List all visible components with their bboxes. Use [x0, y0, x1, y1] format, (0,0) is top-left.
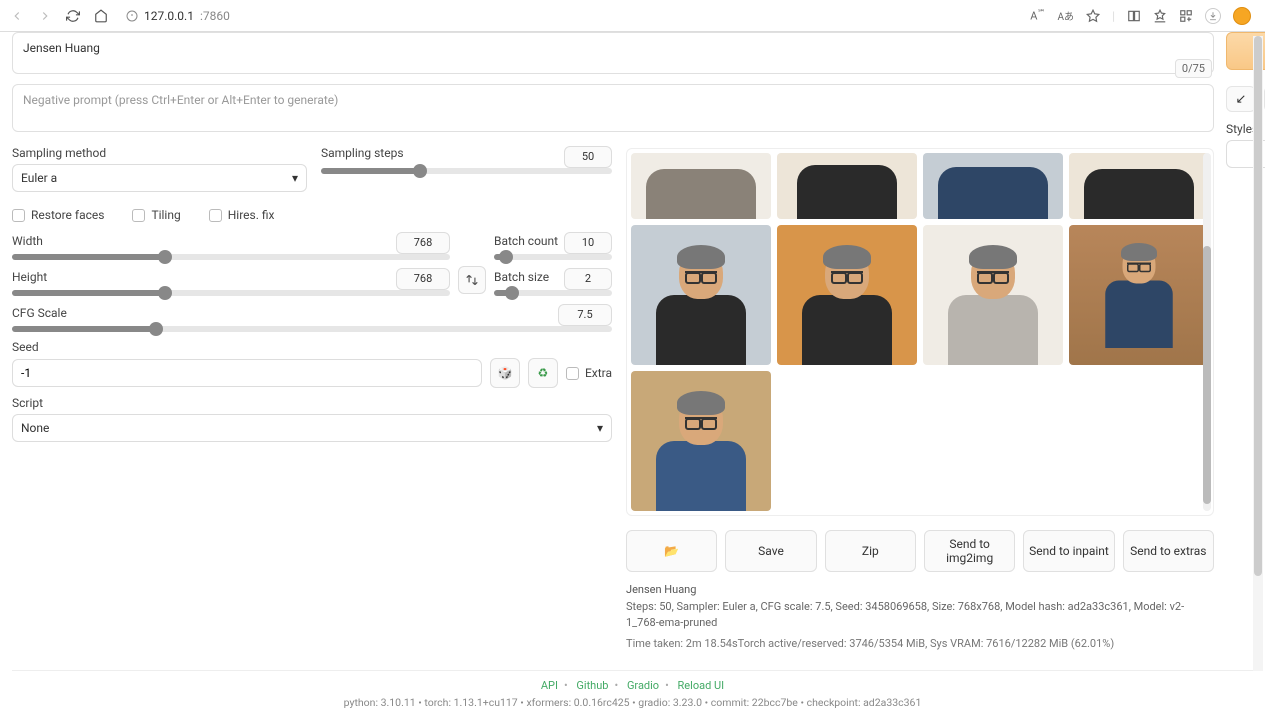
read-aloud-icon[interactable]: Aあ: [1058, 8, 1075, 23]
tiling-checkbox[interactable]: Tiling: [132, 208, 180, 222]
favorites-bar-icon[interactable]: [1153, 9, 1167, 23]
arrow-tool-button[interactable]: ↙: [1226, 86, 1256, 112]
batch-size-slider[interactable]: [494, 290, 612, 296]
prompt-input[interactable]: Jensen Huang: [12, 32, 1214, 74]
width-slider[interactable]: [12, 254, 450, 260]
batch-size-label: Batch size: [494, 270, 549, 284]
random-seed-button[interactable]: 🎲: [490, 358, 520, 388]
footer-reload-link[interactable]: Reload UI: [678, 679, 725, 692]
address-bar[interactable]: 127.0.0.1 :7860: [120, 9, 1020, 23]
page-scrollbar[interactable]: [1253, 36, 1263, 671]
info-prompt: Jensen Huang: [626, 582, 1214, 599]
chevron-down-icon: ▾: [292, 171, 298, 185]
negative-prompt-input[interactable]: Negative prompt (press Ctrl+Enter or Alt…: [12, 84, 1214, 132]
script-value: None: [21, 421, 49, 435]
back-button[interactable]: [8, 7, 26, 25]
gallery-thumb[interactable]: [631, 225, 771, 365]
height-label: Height: [12, 270, 47, 284]
generation-info: Jensen Huang Steps: 50, Sampler: Euler a…: [626, 582, 1214, 652]
url-host: 127.0.0.1: [144, 9, 194, 23]
seed-input[interactable]: [12, 359, 482, 387]
prompt-text: Jensen Huang: [23, 41, 100, 55]
gallery-thumb[interactable]: [631, 153, 771, 219]
downloads-icon[interactable]: [1205, 8, 1221, 24]
sampling-method-value: Euler a: [21, 171, 57, 185]
token-counter: 0/75: [1175, 59, 1212, 78]
info-timing: Time taken: 2m 18.54sTorch active/reserv…: [626, 636, 1214, 653]
footer-versions: python: 3.10.11 • torch: 1.13.1+cu117 • …: [12, 696, 1253, 709]
refresh-button[interactable]: [64, 7, 82, 25]
swap-dimensions-button[interactable]: [458, 266, 486, 294]
cfg-slider[interactable]: [12, 326, 612, 332]
text-size-icon[interactable]: A℠: [1030, 8, 1045, 23]
footer: API• Github• Gradio• Reload UI python: 3…: [12, 670, 1253, 721]
zip-button[interactable]: Zip: [825, 530, 916, 572]
sampling-steps-label: Sampling steps: [321, 146, 404, 164]
footer-gradio-link[interactable]: Gradio: [627, 679, 659, 692]
gallery-thumb[interactable]: [923, 153, 1063, 219]
batch-count-label: Batch count: [494, 234, 558, 248]
script-select[interactable]: None ▾: [12, 414, 612, 442]
script-label: Script: [12, 396, 612, 410]
url-port: :7860: [200, 9, 230, 23]
open-folder-button[interactable]: 📂: [626, 530, 717, 572]
batch-count-value[interactable]: 10: [564, 232, 612, 254]
send-img2img-button[interactable]: Send to img2img: [924, 530, 1015, 572]
gallery-thumb[interactable]: [1069, 153, 1209, 219]
gallery-scrollbar[interactable]: [1203, 153, 1211, 511]
send-inpaint-button[interactable]: Send to inpaint: [1023, 530, 1114, 572]
sampling-method-label: Sampling method: [12, 146, 307, 160]
browser-toolbar: 127.0.0.1:7860 A℠ Aあ |: [0, 0, 1265, 32]
home-button[interactable]: [92, 7, 110, 25]
profile-avatar[interactable]: [1233, 7, 1251, 25]
gallery-thumb[interactable]: [631, 371, 771, 511]
width-label: Width: [12, 234, 43, 248]
height-value[interactable]: 768: [396, 268, 450, 290]
cfg-label: CFG Scale: [12, 306, 67, 320]
gallery-thumb[interactable]: [777, 225, 917, 365]
sampling-steps-slider[interactable]: [321, 168, 612, 174]
split-screen-icon[interactable]: [1127, 9, 1141, 23]
collections-icon[interactable]: [1179, 9, 1193, 23]
gallery-thumb[interactable]: [923, 225, 1063, 365]
cfg-value[interactable]: 7.5: [558, 304, 612, 326]
batch-size-value[interactable]: 2: [564, 268, 612, 290]
negative-placeholder: Negative prompt (press Ctrl+Enter or Alt…: [23, 93, 338, 107]
sampling-steps-value[interactable]: 50: [564, 146, 612, 168]
favorite-icon[interactable]: [1086, 9, 1100, 23]
send-extras-button[interactable]: Send to extras: [1123, 530, 1214, 572]
footer-api-link[interactable]: API: [541, 679, 558, 692]
gallery-thumb[interactable]: [777, 153, 917, 219]
height-slider[interactable]: [12, 290, 450, 296]
seed-label: Seed: [12, 340, 612, 354]
sampling-method-select[interactable]: Euler a ▾: [12, 164, 307, 192]
gallery-thumb[interactable]: [1069, 225, 1209, 365]
info-params: Steps: 50, Sampler: Euler a, CFG scale: …: [626, 599, 1214, 632]
result-gallery: [626, 148, 1214, 516]
hires-fix-checkbox[interactable]: Hires. fix: [209, 208, 275, 222]
footer-github-link[interactable]: Github: [576, 679, 608, 692]
save-button[interactable]: Save: [725, 530, 816, 572]
forward-button[interactable]: [36, 7, 54, 25]
width-value[interactable]: 768: [396, 232, 450, 254]
chevron-down-icon: ▾: [597, 421, 603, 435]
restore-faces-checkbox[interactable]: Restore faces: [12, 208, 104, 222]
extra-checkbox[interactable]: Extra: [566, 366, 612, 380]
recycle-seed-button[interactable]: ♻: [528, 358, 558, 388]
batch-count-slider[interactable]: [494, 254, 612, 260]
